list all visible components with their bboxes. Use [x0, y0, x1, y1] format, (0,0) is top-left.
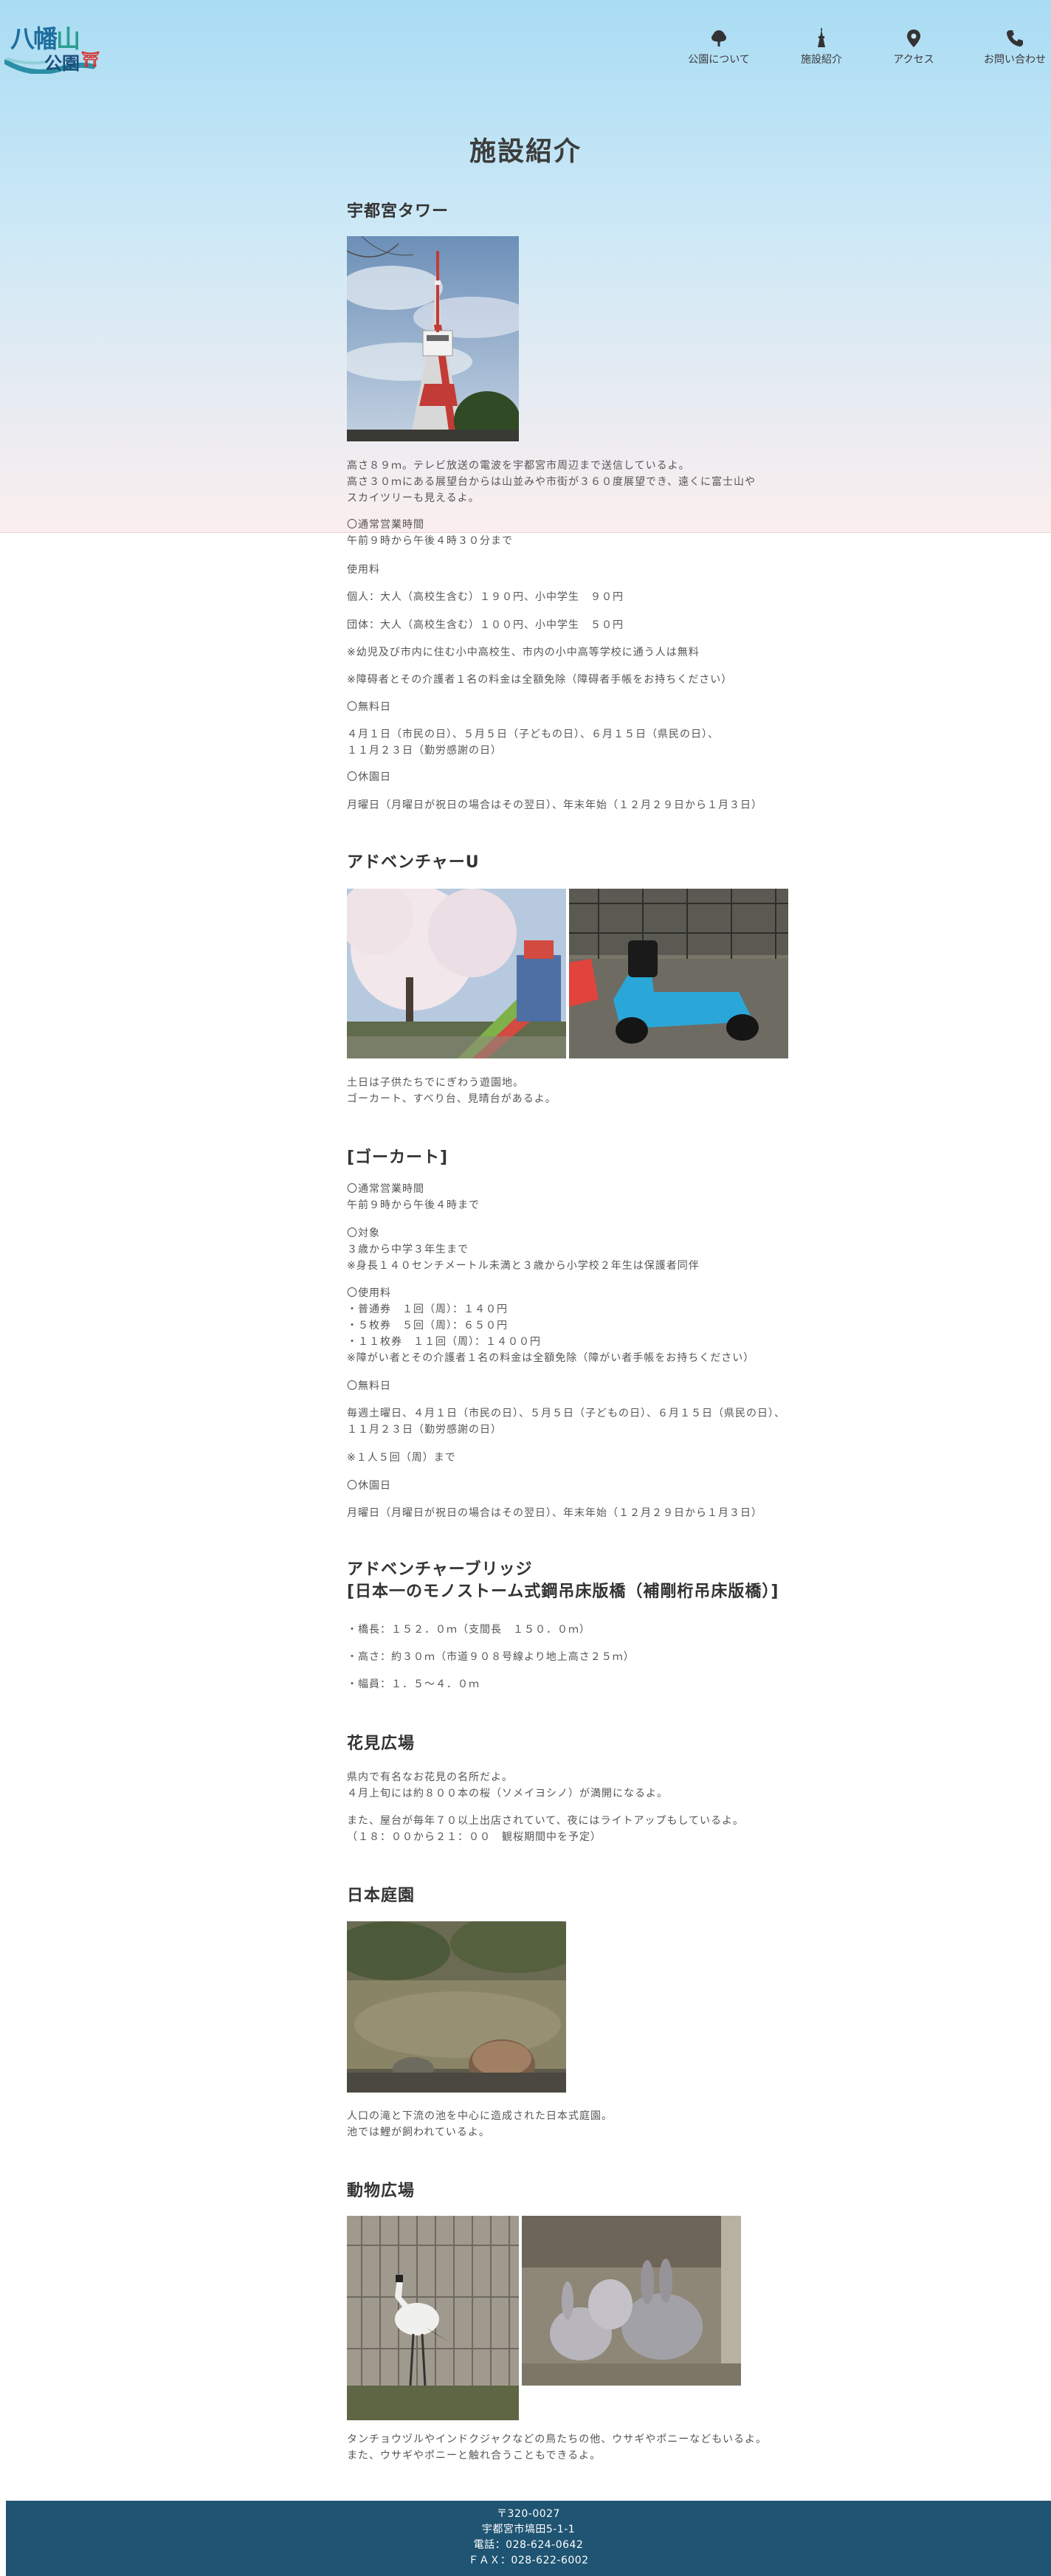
text-line: ３歳から中学３年生まで — [347, 1244, 469, 1256]
text-line: 高さ３０ｍにある展望台からは山並みや市街が３６０度展望でき、遠くに富士山や — [347, 476, 757, 488]
tower-fee-individual: 個人：大人（高校生含む）１９０円、小中学生 ９０円 — [347, 591, 624, 603]
footer-zip: 〒320-0027 — [497, 2508, 560, 2520]
rabbit-photo — [522, 2216, 741, 2386]
text-line: ・１１枚券 １１回（周）：１４００円 — [347, 1336, 541, 1348]
text-line: ・５枚券 ５回（周）：６５０円 — [347, 1320, 508, 1332]
gokart-fee: 〇使用料 ・普通券 １回（周）：１４０円 ・５枚券 ５回（周）：６５０円 ・１１… — [347, 1285, 754, 1366]
gokart-free-heading: 〇無料日 — [347, 1380, 391, 1392]
gokart-limit: ※１人５回（周）まで — [347, 1452, 456, 1464]
page-title: 施設紹介 — [469, 137, 582, 167]
text-line: 土日は子供たちでにぎわう遊園地。 — [347, 1077, 524, 1089]
garden-description: 人口の滝と下流の池を中心に造成された日本式庭園。 池では鯉が飼われているよ。 — [347, 2108, 613, 2141]
gokart-hours: 〇通常営業時間 午前９時から午後４時まで — [347, 1181, 480, 1213]
section-title-adventure-u: アドベンチャーU — [347, 853, 480, 872]
phone-icon — [1007, 30, 1023, 47]
tower-fee-group: 団体：大人（高校生含む）１００円、小中学生 ５０円 — [347, 619, 624, 631]
text-line: 〇対象 — [347, 1227, 380, 1239]
text-line: １１月２３日（勤労感謝の日） — [347, 1424, 502, 1436]
text-line: ※障がい者とその介護者１名の料金は全額免除（障がい者手帳をお持ちください） — [347, 1352, 755, 1364]
bridge-width: ・幅員：１．５～４．０ｍ — [347, 1678, 480, 1690]
nav-item-access[interactable]: アクセス — [873, 28, 954, 66]
crane-photo — [347, 2216, 519, 2420]
nav-label: 公園について — [688, 54, 750, 66]
footer-address: 宇都宮市塙田5-1-1 — [481, 2524, 576, 2535]
tower-hours: 〇通常営業時間 午前９時から午後４時３０分まで — [347, 517, 513, 549]
hanami-description-2: また、屋台が毎年７０以上出店されていて、夜にはライトアップもしているよ。 （１８… — [347, 1813, 744, 1845]
footer-fax: ＦＡＸ：028-622-6002 — [468, 2555, 589, 2566]
tree-icon — [711, 30, 726, 47]
text-line: 人口の滝と下流の池を中心に造成された日本式庭園。 — [347, 2110, 613, 2122]
tower-closed-heading: 〇休園日 — [347, 771, 391, 783]
section-title-hanami: 花見広場 — [347, 1735, 416, 1753]
nav-item-contact[interactable]: お問い合わせ — [974, 28, 1051, 66]
site-footer: 〒320-0027 宇都宮市塙田5-1-1 電話：028-624-0642 ＦＡ… — [6, 2501, 1051, 2576]
text-line: 県内で有名なお花見の名所だよ。 — [347, 1771, 513, 1783]
tower-description: 高さ８９ｍ。テレビ放送の電波を宇都宮市周辺まで送信しているよ。 高さ３０ｍにある… — [347, 458, 756, 506]
text-line: また、ウサギやポニーと触れ合うこともできるよ。 — [347, 2450, 602, 2462]
bridge-length: ・橋長：１５２．０ｍ（支間長 １５０．０ｍ） — [347, 1624, 590, 1636]
text-line: １１月２３日（勤労感謝の日） — [347, 745, 502, 757]
text-line: 〇使用料 — [347, 1287, 391, 1299]
nav-item-about[interactable]: 公園について — [678, 28, 759, 66]
main-nav: 公園について 施設紹介 アクセス お問い合わせ — [0, 28, 1051, 72]
page: 八幡山 公園 ⛩ 公園について 施設紹介 アクセス お問い合わせ 施設紹介 宇都… — [0, 0, 1051, 2576]
text-line: スカイツリーも見えるよ。 — [347, 492, 480, 504]
text-line: 〇通常営業時間 — [347, 519, 424, 531]
gokart-target: 〇対象 ３歳から中学３年生まで ※身長１４０センチメートル未満と３歳から小学校２… — [347, 1225, 700, 1274]
nav-item-facilities[interactable]: 施設紹介 — [781, 28, 862, 66]
text-line: 〇通常営業時間 — [347, 1183, 424, 1195]
tower-free-days: ４月１日（市民の日）、５月５日（子どもの日）、６月１５日（県民の日）、 １１月２… — [347, 726, 719, 759]
section-title-tower: 宇都宮タワー — [347, 202, 449, 221]
text-line: 高さ８９ｍ。テレビ放送の電波を宇都宮市周辺まで送信しているよ。 — [347, 460, 690, 472]
text-line: ゴーカート、すべり台、見晴台があるよ。 — [347, 1093, 556, 1105]
section-title-bridge: アドベンチャーブリッジ [日本一のモノストーム式鋼吊床版橋（補剛桁吊床版橋）] — [347, 1559, 779, 1602]
bridge-title-line1: アドベンチャーブリッジ — [347, 1560, 533, 1579]
tower-fee-heading: 使用料 — [347, 564, 380, 576]
section-title-gokart: [ゴーカート] — [347, 1148, 449, 1167]
bridge-title-line2: [日本一のモノストーム式鋼吊床版橋（補剛桁吊床版橋）] — [347, 1582, 779, 1601]
text-line: ４月１日（市民の日）、５月５日（子どもの日）、６月１５日（県民の日）、 — [347, 729, 719, 740]
text-line: （１８：００から２１：００ 観桜期間中を予定） — [347, 1831, 602, 1843]
garden-photo — [347, 1921, 566, 2093]
section-title-garden: 日本庭園 — [347, 1887, 416, 1905]
tower-icon — [818, 28, 825, 47]
text-line: ※身長１４０センチメートル未満と３歳から小学校２年生は保護者同伴 — [347, 1260, 700, 1272]
text-line: 午前９時から午後４時まで — [347, 1199, 480, 1211]
text-line: ４月上旬には約８００本の桜（ソメイヨシノ）が満開になるよ。 — [347, 1788, 668, 1800]
map-pin-icon — [907, 30, 920, 47]
text-line: 午前９時から午後４時３０分まで — [347, 535, 513, 547]
text-line: ・普通券 １回（周）：１４０円 — [347, 1304, 508, 1315]
tower-note-free: ※幼児及び市内に住む小中高校生、市内の小中高等学校に通う人は無料 — [347, 647, 700, 658]
footer-phone: 電話：028-624-0642 — [473, 2539, 584, 2551]
nav-label: アクセス — [893, 54, 934, 66]
tower-free-heading: 〇無料日 — [347, 701, 391, 713]
hanami-description: 県内で有名なお花見の名所だよ。 ４月上旬には約８００本の桜（ソメイヨシノ）が満開… — [347, 1769, 668, 1802]
nav-label: お問い合わせ — [984, 54, 1046, 66]
hero-background — [0, 0, 1051, 533]
bridge-height: ・高さ：約３０ｍ（市道９０８号線より地上高さ２５ｍ） — [347, 1651, 635, 1663]
section-title-zoo: 動物広場 — [347, 2182, 416, 2200]
adventure-u-description: 土日は子供たちでにぎわう遊園地。 ゴーカート、すべり台、見晴台があるよ。 — [347, 1075, 556, 1107]
gokart-photo — [569, 889, 788, 1058]
playground-photo — [347, 889, 566, 1058]
tower-note-disabled: ※障碍者とその介護者１名の料金は全額免除（障碍者手帳をお持ちください） — [347, 674, 733, 686]
gokart-closed: 月曜日（月曜日が祝日の場合はその翌日）、年末年始（１２月２９日から１月３日） — [347, 1507, 762, 1519]
zoo-description: タンチョウヅルやインドクジャクなどの鳥たちの他、ウサギやポニーなどもいるよ。 ま… — [347, 2431, 767, 2464]
text-line: 毎週土曜日、４月１日（市民の日）、５月５日（子どもの日）、６月１５日（県民の日）… — [347, 1408, 785, 1419]
text-line: 池では鯉が飼われているよ。 — [347, 2126, 490, 2138]
text-line: タンチョウヅルやインドクジャクなどの鳥たちの他、ウサギやポニーなどもいるよ。 — [347, 2434, 768, 2445]
gokart-closed-heading: 〇休園日 — [347, 1480, 391, 1492]
tower-closed: 月曜日（月曜日が祝日の場合はその翌日）、年末年始（１２月２９日から１月３日） — [347, 799, 762, 811]
text-line: また、屋台が毎年７０以上出店されていて、夜にはライトアップもしているよ。 — [347, 1815, 745, 1827]
nav-label: 施設紹介 — [801, 54, 842, 66]
tower-photo — [347, 236, 519, 441]
gokart-free-days: 毎週土曜日、４月１日（市民の日）、５月５日（子どもの日）、６月１５日（県民の日）… — [347, 1405, 785, 1438]
